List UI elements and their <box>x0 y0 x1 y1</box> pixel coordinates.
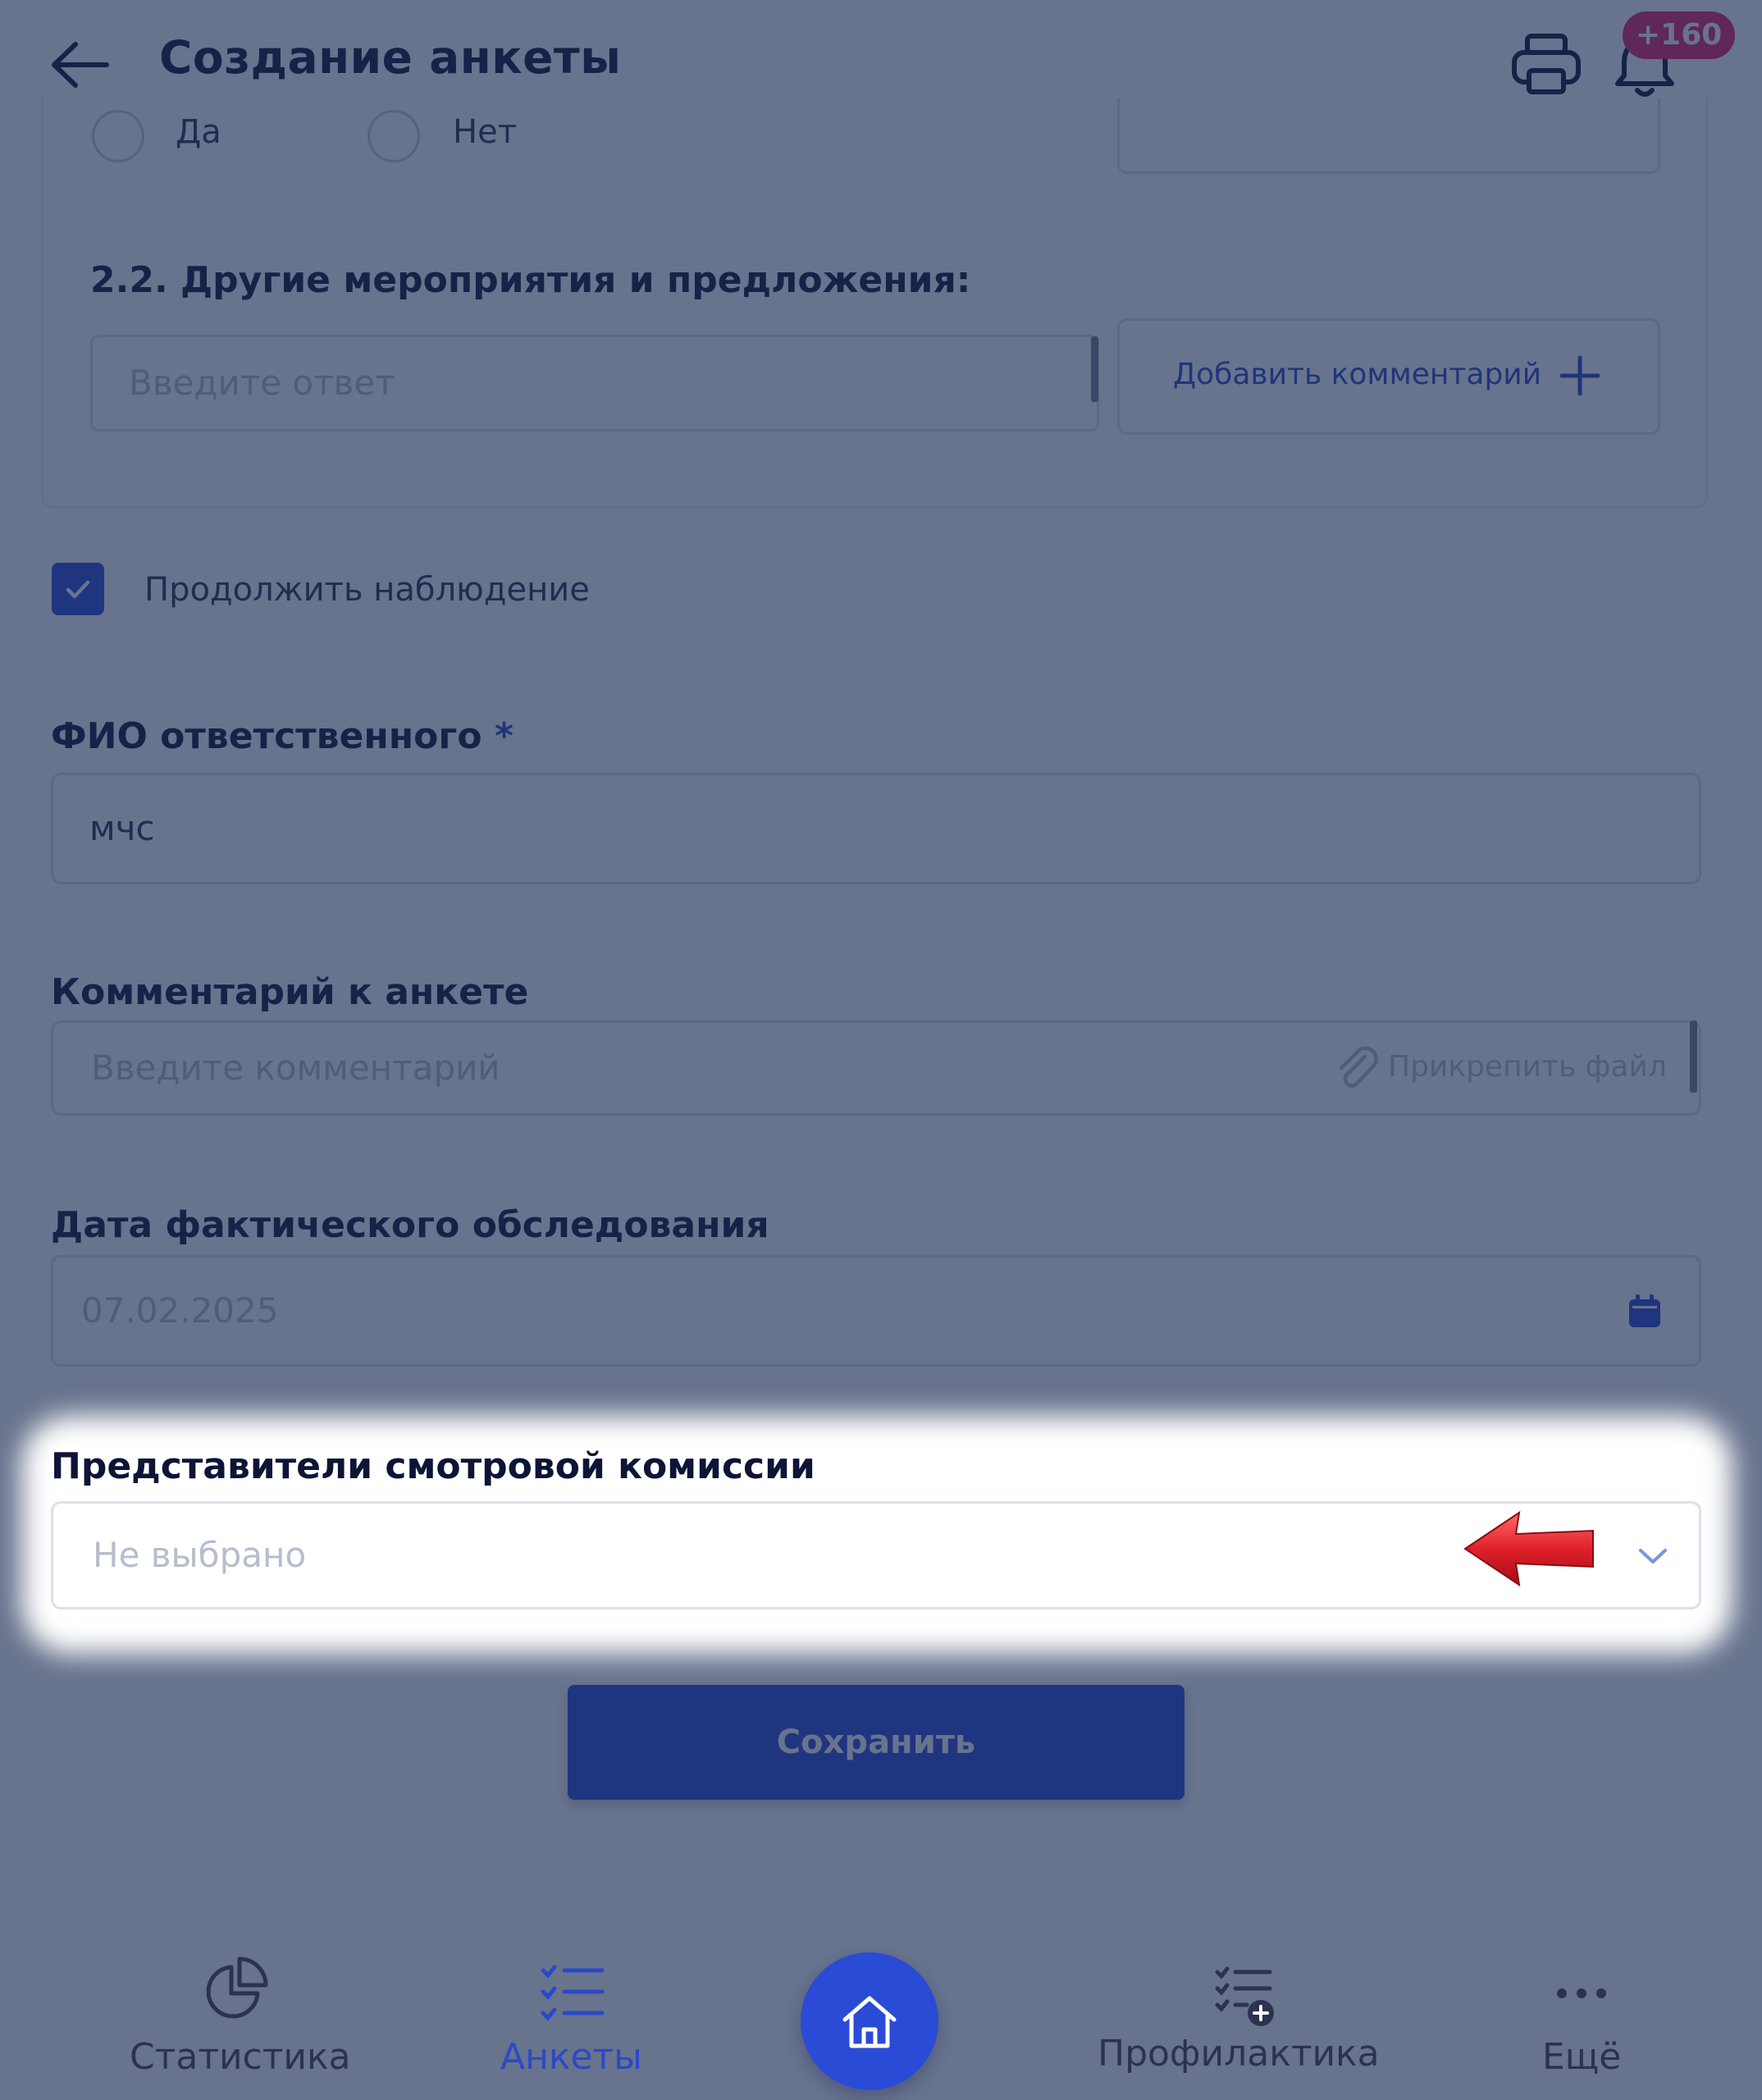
nav-statistics-label[interactable]: Статистика <box>130 2036 351 2078</box>
more-dots-icon[interactable] <box>1555 1985 1608 2002</box>
nav-more-label[interactable]: Ещё <box>1542 2036 1621 2078</box>
paperclip-icon[interactable] <box>1332 1045 1381 1094</box>
responsible-input[interactable]: мчс <box>51 773 1701 884</box>
survey-date-input[interactable]: 07.02.2025 <box>51 1255 1701 1367</box>
pointer-arrow-icon <box>1463 1510 1594 1587</box>
nav-prevention-label[interactable]: Профилактика <box>1098 2033 1380 2075</box>
question-card <box>41 98 1708 509</box>
checklist-icon[interactable] <box>540 1962 605 2021</box>
attach-file-button[interactable]: Прикрепить файл <box>1388 1050 1667 1084</box>
plus-icon <box>1559 355 1600 396</box>
responsible-label: ФИО ответственного * <box>51 715 514 757</box>
comment-placeholder: Введите комментарий <box>91 1048 500 1088</box>
checkmark-icon <box>66 580 90 599</box>
comment-resize-grip[interactable] <box>1690 1020 1697 1093</box>
answer-input[interactable]: Введите ответ <box>90 335 1099 431</box>
nav-surveys-label[interactable]: Анкеты <box>500 2036 642 2078</box>
continue-observation-label: Продолжить наблюдение <box>144 571 590 609</box>
pie-chart-icon[interactable] <box>202 1956 269 2023</box>
chevron-down-icon[interactable] <box>1634 1541 1672 1570</box>
commission-select[interactable]: Не выбрано <box>51 1501 1701 1609</box>
add-comment-label: Добавить комментарий <box>1173 358 1542 391</box>
printer-icon[interactable] <box>1509 31 1583 97</box>
continue-observation-checkbox[interactable] <box>52 563 104 615</box>
required-mark: * <box>494 715 514 757</box>
responsible-value: мчс <box>89 808 155 848</box>
checklist-add-icon[interactable] <box>1214 1965 1276 2028</box>
responsible-label-text: ФИО ответственного <box>51 715 482 757</box>
notification-badge: +160 <box>1623 11 1736 59</box>
save-button[interactable]: Сохранить <box>568 1685 1185 1800</box>
survey-date-value: 07.02.2025 <box>81 1290 279 1331</box>
commission-label: Представители смотровой комиссии <box>51 1445 815 1487</box>
question-title: 2.2. Другие мероприятия и предложения: <box>90 259 971 301</box>
page-title: Создание анкеты <box>159 31 622 84</box>
home-button[interactable] <box>801 1952 938 2090</box>
comment-label: Комментарий к анкете <box>51 971 529 1013</box>
back-arrow-icon[interactable] <box>48 36 113 94</box>
calendar-icon[interactable] <box>1626 1293 1664 1331</box>
commission-select-value: Не выбрано <box>93 1535 307 1575</box>
input-resize-grip[interactable] <box>1091 336 1098 402</box>
survey-date-label: Дата фактического обследования <box>51 1204 769 1246</box>
home-icon <box>842 1996 897 2048</box>
